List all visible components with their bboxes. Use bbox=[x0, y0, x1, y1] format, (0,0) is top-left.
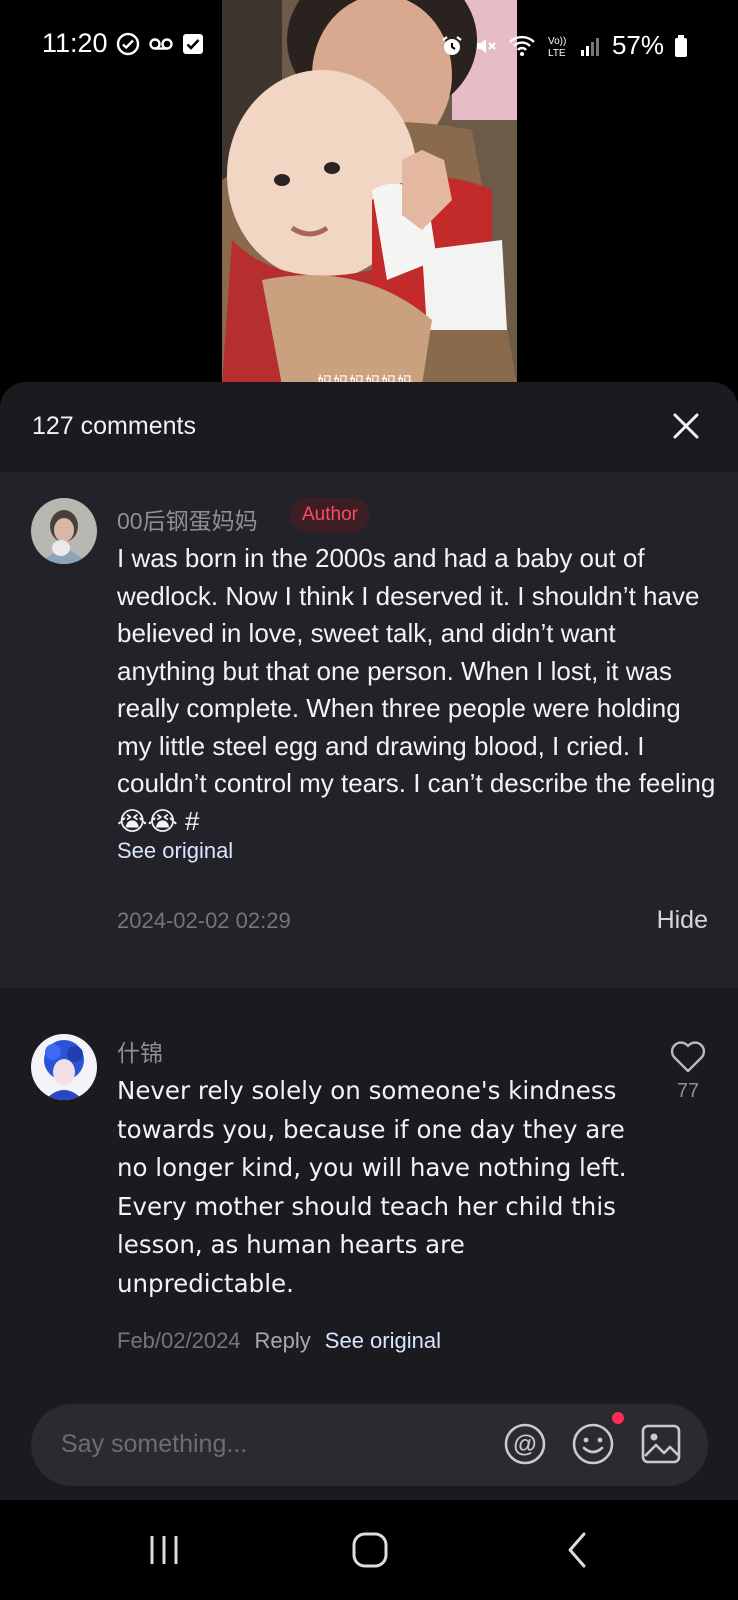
like-count: 77 bbox=[676, 1080, 700, 1102]
comments-sheet: 127 comments 00后钢蛋妈妈 Author I was born i… bbox=[0, 382, 738, 1500]
status-bar: 11:20 Vo)) LTE 57% bbox=[0, 0, 738, 90]
image-icon[interactable] bbox=[639, 1422, 683, 1466]
status-left-icons bbox=[116, 32, 204, 56]
alarm-icon bbox=[440, 34, 464, 58]
comment-item: 什锦 Never rely solely on someone's kindne… bbox=[0, 988, 738, 1380]
system-navigation-bar bbox=[0, 1500, 738, 1600]
author-comment: 00后钢蛋妈妈 Author I was born in the 2000s a… bbox=[0, 472, 738, 988]
home-icon[interactable] bbox=[348, 1530, 392, 1570]
back-icon[interactable] bbox=[556, 1530, 600, 1570]
heart-icon bbox=[670, 1041, 706, 1073]
battery-percentage: 57% bbox=[611, 30, 664, 60]
see-original-link[interactable]: See original bbox=[117, 838, 233, 864]
like-button[interactable]: 77 bbox=[668, 1040, 708, 1103]
mute-icon bbox=[474, 34, 498, 58]
voicemail-icon bbox=[148, 34, 174, 54]
avatar[interactable] bbox=[31, 498, 97, 564]
signal-icon bbox=[580, 35, 602, 57]
mention-icon[interactable]: @ bbox=[503, 1422, 547, 1466]
wifi-icon bbox=[508, 34, 536, 58]
comment-composer: Say something... @ bbox=[0, 1382, 738, 1500]
comment-date: 2024-02-02 02:29 bbox=[117, 908, 291, 933]
volte-icon: Vo)) LTE bbox=[546, 33, 570, 59]
see-original-link[interactable]: See original bbox=[325, 1328, 441, 1354]
svg-text:@: @ bbox=[513, 1431, 536, 1458]
battery-icon bbox=[674, 34, 688, 58]
check-circle-icon bbox=[116, 32, 140, 56]
reply-button[interactable]: Reply bbox=[255, 1328, 311, 1354]
status-time: 11:20 bbox=[42, 28, 108, 58]
comments-count: 127 comments bbox=[32, 412, 196, 440]
comment-meta: Feb/02/2024 Reply See original bbox=[117, 1328, 441, 1354]
svg-text:LTE: LTE bbox=[548, 48, 566, 59]
comment-text: I was born in the 2000s and had a baby o… bbox=[117, 543, 716, 836]
avatar[interactable] bbox=[31, 1034, 97, 1100]
emoji-icon[interactable] bbox=[571, 1422, 615, 1466]
recents-icon[interactable] bbox=[142, 1530, 186, 1570]
comment-date: Feb/02/2024 bbox=[117, 1328, 241, 1353]
comments-header: 127 comments bbox=[0, 382, 738, 472]
close-icon[interactable] bbox=[670, 410, 702, 442]
author-badge: Author bbox=[290, 498, 370, 532]
comment-username[interactable]: 00后钢蛋妈妈 bbox=[117, 502, 258, 536]
comment-input[interactable]: Say something... @ bbox=[31, 1404, 708, 1486]
svg-text:Vo)): Vo)) bbox=[548, 36, 566, 47]
status-right-icons: Vo)) LTE 57% bbox=[440, 30, 688, 61]
comment-username[interactable]: 什锦 bbox=[117, 1034, 163, 1068]
notification-dot bbox=[612, 1412, 624, 1424]
comment-text: Never rely solely on someone's kindness … bbox=[117, 1076, 627, 1298]
comment-input-placeholder: Say something... bbox=[61, 1430, 248, 1458]
checkbox-icon bbox=[182, 33, 204, 55]
hide-button[interactable]: Hide bbox=[657, 906, 708, 935]
